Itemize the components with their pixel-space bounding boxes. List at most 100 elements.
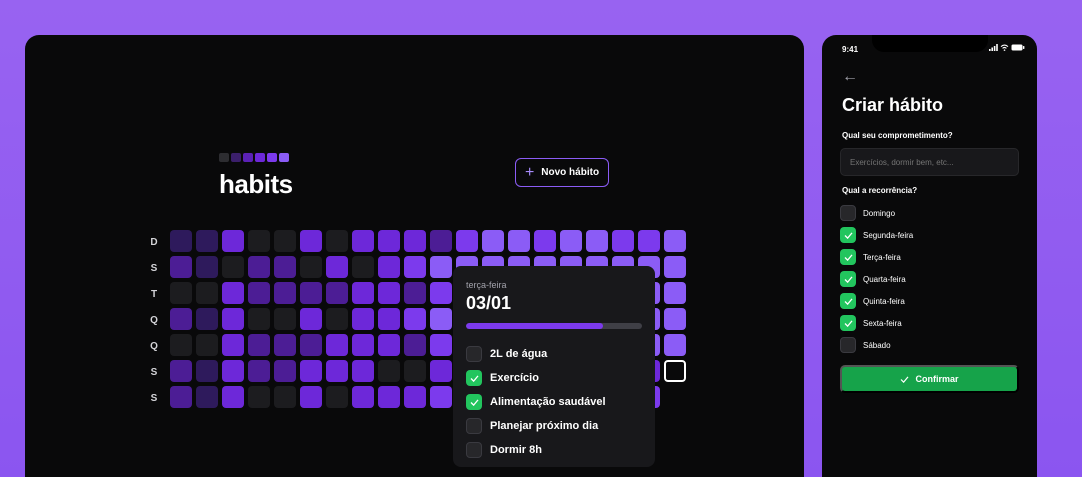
day-cell[interactable] (664, 282, 686, 304)
day-cell[interactable] (352, 230, 374, 252)
day-cell[interactable] (300, 334, 322, 356)
day-cell[interactable] (248, 230, 270, 252)
day-cell[interactable] (196, 308, 218, 330)
popover-habit-item[interactable]: Dormir 8h (466, 438, 642, 462)
day-cell[interactable] (222, 256, 244, 278)
day-cell[interactable] (300, 282, 322, 304)
day-cell[interactable] (196, 282, 218, 304)
day-cell[interactable] (274, 256, 296, 278)
day-cell[interactable] (404, 308, 426, 330)
weekday-option[interactable]: Domingo (840, 202, 913, 224)
day-cell[interactable] (430, 256, 452, 278)
day-cell[interactable] (430, 230, 452, 252)
day-cell[interactable] (326, 360, 348, 382)
day-cell[interactable] (534, 230, 556, 252)
day-cell[interactable] (352, 308, 374, 330)
day-cell[interactable] (300, 386, 322, 408)
day-cell[interactable] (404, 334, 426, 356)
day-cell[interactable] (326, 230, 348, 252)
weekday-option[interactable]: Segunda-feira (840, 224, 913, 246)
day-cell[interactable] (638, 230, 660, 252)
day-cell[interactable] (326, 256, 348, 278)
day-cell[interactable] (430, 308, 452, 330)
day-cell[interactable] (222, 230, 244, 252)
day-cell[interactable] (248, 360, 270, 382)
day-cell[interactable] (352, 256, 374, 278)
day-cell[interactable] (222, 386, 244, 408)
commitment-input[interactable] (840, 148, 1019, 176)
day-cell[interactable] (274, 282, 296, 304)
day-cell[interactable] (274, 334, 296, 356)
day-cell[interactable] (300, 256, 322, 278)
day-cell[interactable] (404, 230, 426, 252)
day-cell[interactable] (170, 308, 192, 330)
day-cell[interactable] (378, 334, 400, 356)
weekday-option[interactable]: Sábado (840, 334, 913, 356)
day-cell[interactable] (300, 308, 322, 330)
day-cell[interactable] (378, 256, 400, 278)
day-cell[interactable] (274, 360, 296, 382)
day-cell[interactable] (248, 256, 270, 278)
day-cell[interactable] (170, 256, 192, 278)
weekday-option[interactable]: Quinta-feira (840, 290, 913, 312)
day-cell[interactable] (170, 334, 192, 356)
day-cell[interactable] (274, 230, 296, 252)
day-cell[interactable] (196, 230, 218, 252)
day-cell[interactable] (456, 230, 478, 252)
day-cell[interactable] (274, 308, 296, 330)
day-cell[interactable] (612, 230, 634, 252)
day-cell[interactable] (352, 360, 374, 382)
day-cell[interactable] (248, 334, 270, 356)
day-cell[interactable] (170, 360, 192, 382)
day-cell[interactable] (430, 386, 452, 408)
popover-habit-item[interactable]: Alimentação saudável (466, 390, 642, 414)
day-cell[interactable] (430, 282, 452, 304)
day-cell[interactable] (404, 360, 426, 382)
day-cell[interactable] (326, 282, 348, 304)
day-cell[interactable] (378, 308, 400, 330)
habit-checkbox[interactable] (466, 442, 482, 458)
weekday-checkbox[interactable] (840, 271, 856, 287)
day-cell[interactable] (196, 334, 218, 356)
day-cell[interactable] (326, 386, 348, 408)
habit-checkbox[interactable] (466, 394, 482, 410)
day-cell[interactable] (664, 308, 686, 330)
day-cell[interactable] (664, 256, 686, 278)
day-cell[interactable] (352, 386, 374, 408)
new-habit-button[interactable]: + Novo hábito (515, 158, 609, 187)
day-cell[interactable] (222, 334, 244, 356)
weekday-checkbox[interactable] (840, 293, 856, 309)
day-cell[interactable] (222, 360, 244, 382)
arrow-left-icon[interactable]: ← (842, 68, 858, 86)
day-cell[interactable] (326, 334, 348, 356)
weekday-option[interactable]: Quarta-feira (840, 268, 913, 290)
weekday-checkbox[interactable] (840, 227, 856, 243)
popover-habit-item[interactable]: 2L de água (466, 342, 642, 366)
day-cell[interactable] (352, 282, 374, 304)
habit-checkbox[interactable] (466, 418, 482, 434)
day-cell[interactable] (196, 256, 218, 278)
day-cell[interactable] (404, 256, 426, 278)
weekday-checkbox[interactable] (840, 249, 856, 265)
day-cell[interactable] (170, 386, 192, 408)
day-cell[interactable] (248, 308, 270, 330)
weekday-option[interactable]: Terça-feira (840, 246, 913, 268)
day-cell[interactable] (378, 282, 400, 304)
habit-checkbox[interactable] (466, 346, 482, 362)
day-cell[interactable] (196, 360, 218, 382)
weekday-option[interactable]: Sexta-feira (840, 312, 913, 334)
day-cell[interactable] (300, 360, 322, 382)
confirm-button[interactable]: Confirmar (840, 365, 1019, 393)
day-cell[interactable] (430, 334, 452, 356)
day-cell[interactable] (664, 230, 686, 252)
day-cell[interactable] (430, 360, 452, 382)
popover-habit-item[interactable]: Exercício (466, 366, 642, 390)
day-cell[interactable] (326, 308, 348, 330)
day-cell[interactable] (586, 230, 608, 252)
day-cell[interactable] (378, 230, 400, 252)
day-cell[interactable] (664, 334, 686, 356)
day-cell[interactable] (378, 360, 400, 382)
day-cell[interactable] (378, 386, 400, 408)
day-cell[interactable] (508, 230, 530, 252)
habit-checkbox[interactable] (466, 370, 482, 386)
